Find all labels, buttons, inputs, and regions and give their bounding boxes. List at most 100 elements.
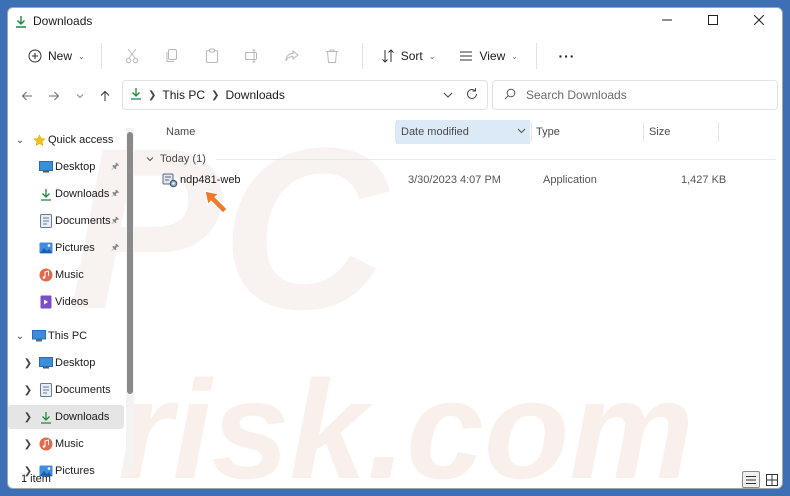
music-icon <box>39 437 53 451</box>
up-arrow-icon[interactable] <box>93 84 117 108</box>
divider <box>215 158 776 160</box>
downloads-icon <box>39 187 53 201</box>
star-icon <box>32 133 46 147</box>
chevron-right-icon[interactable]: ❯ <box>22 439 34 450</box>
sidebar-item-label: Pictures <box>55 242 95 254</box>
share-icon[interactable] <box>272 42 312 70</box>
pin-icon: 🖈 <box>111 161 120 171</box>
thumbnails-view-icon <box>766 473 778 486</box>
documents-icon <box>39 383 53 397</box>
chevron-right-icon[interactable]: ❯ <box>22 358 34 369</box>
column-divider[interactable] <box>531 122 532 142</box>
table-row[interactable]: ndp481-web 3/30/2023 4:07 PM Application… <box>140 170 780 192</box>
forward-arrow-icon[interactable] <box>42 84 66 108</box>
divider <box>100 43 102 69</box>
chevron-down-icon: ⌄ <box>428 51 436 61</box>
sidebar-item-label: Downloads <box>55 411 110 423</box>
file-date-modified: 3/30/2023 4:07 PM <box>408 174 501 186</box>
pin-icon: 🖈 <box>111 242 120 252</box>
sidebar-item-videos[interactable]: Videos <box>8 290 124 314</box>
sidebar-item-this-pc-downloads[interactable]: ❯ Downloads <box>8 405 124 429</box>
chevron-right-icon: ❯ <box>211 89 220 101</box>
breadcrumb-this-pc[interactable]: This PC <box>162 88 205 102</box>
downloads-icon <box>130 87 142 103</box>
chevron-down-icon <box>146 153 154 165</box>
list-view-icon <box>460 51 473 61</box>
search-box[interactable] <box>492 80 778 110</box>
chevron-right-icon[interactable]: ❯ <box>22 385 34 396</box>
column-date-modified[interactable]: Date modified <box>396 120 530 144</box>
sidebar-item-documents[interactable]: Documents 🖈 <box>8 209 124 233</box>
navigation-scrollbar[interactable] <box>126 128 134 470</box>
sidebar-item-this-pc-desktop[interactable]: ❯ Desktop <box>8 351 124 375</box>
sort-button[interactable]: Sort ⌄ <box>373 42 444 70</box>
divider <box>361 43 363 69</box>
thumbnails-view-button[interactable] <box>763 471 781 488</box>
navigation-pane: ⌄ Quick access Desktop 🖈 Downloads 🖈 Doc <box>8 126 136 477</box>
sidebar-item-pictures[interactable]: Pictures 🖈 <box>8 236 124 260</box>
status-bar: 1 item <box>8 470 782 488</box>
column-date-modified-label: Date modified <box>401 126 469 138</box>
breadcrumb-downloads[interactable]: Downloads <box>225 88 284 102</box>
cut-icon[interactable] <box>112 42 152 70</box>
details-view-button[interactable] <box>742 471 760 488</box>
refresh-icon[interactable] <box>465 87 479 104</box>
view-button[interactable]: View ⌄ <box>451 42 526 70</box>
computer-icon <box>32 329 46 343</box>
column-divider[interactable] <box>718 122 719 142</box>
column-divider[interactable] <box>643 122 644 142</box>
search-icon <box>504 88 516 103</box>
address-bar[interactable]: ❯ This PC ❯ Downloads <box>122 80 488 110</box>
sort-label: Sort <box>400 49 423 63</box>
file-name[interactable]: ndp481-web <box>180 174 241 186</box>
new-button[interactable]: New ⌄ <box>22 42 91 70</box>
recent-locations-chevron-icon[interactable] <box>68 84 92 108</box>
tree-item-quick-access[interactable]: ⌄ Quick access <box>8 128 124 152</box>
back-arrow-icon[interactable] <box>15 84 39 108</box>
column-type[interactable]: Type <box>536 120 560 144</box>
sort-icon <box>381 49 394 63</box>
more-options-icon[interactable]: ··· <box>547 42 587 70</box>
downloads-icon <box>14 14 28 28</box>
view-label: View <box>479 49 506 63</box>
sidebar-item-label: Documents <box>55 215 111 227</box>
chevron-right-icon: ❯ <box>148 89 157 101</box>
sidebar-item-label: Desktop <box>55 357 96 369</box>
desktop-icon <box>39 356 53 370</box>
column-name[interactable]: Name <box>166 120 195 144</box>
sidebar-item-desktop[interactable]: Desktop 🖈 <box>8 155 124 179</box>
sidebar-item-label: Documents <box>55 384 111 396</box>
tree-item-this-pc[interactable]: ⌄ This PC <box>8 324 124 348</box>
maximize-button[interactable] <box>690 8 736 32</box>
column-header-row: Name Date modified Type Size <box>140 120 780 146</box>
minimize-button[interactable] <box>644 8 690 32</box>
chevron-right-icon[interactable]: ❯ <box>22 412 34 423</box>
sidebar-item-downloads[interactable]: Downloads 🖈 <box>8 182 124 206</box>
copy-icon[interactable] <box>152 42 192 70</box>
column-size[interactable]: Size <box>649 120 670 144</box>
rename-icon[interactable] <box>232 42 272 70</box>
sidebar-item-label: Downloads <box>55 188 110 200</box>
command-bar: New ⌄ Sort ⌄ View ⌄ ··· <box>8 38 782 74</box>
pictures-icon <box>39 241 53 255</box>
sidebar-item-label: Music <box>55 438 84 450</box>
scrollbar-thumb[interactable] <box>127 132 133 394</box>
chevron-down-icon: ⌄ <box>78 51 85 61</box>
group-header-today[interactable]: Today (1) <box>146 150 776 168</box>
paste-icon[interactable] <box>192 42 232 70</box>
file-explorer-window: PC risk.com Downloads New ⌄ Sort ⌄ View … <box>7 7 783 489</box>
search-input[interactable] <box>526 88 756 102</box>
sidebar-item-this-pc-documents[interactable]: ❯ Documents <box>8 378 124 402</box>
close-button[interactable] <box>736 8 782 32</box>
chevron-down-icon[interactable]: ⌄ <box>14 331 26 342</box>
sidebar-item-label: Music <box>55 269 84 281</box>
sidebar-item-music[interactable]: Music <box>8 263 124 287</box>
delete-icon[interactable] <box>312 42 352 70</box>
new-label: New <box>48 49 73 63</box>
sidebar-item-label: Desktop <box>55 161 96 173</box>
chevron-down-icon[interactable]: ⌄ <box>14 135 26 146</box>
address-dropdown-icon[interactable] <box>443 88 453 102</box>
sidebar-item-this-pc-music[interactable]: ❯ Music <box>8 432 124 456</box>
file-list: Name Date modified Type Size Today (1) n… <box>140 112 780 472</box>
chevron-down-icon <box>517 125 526 137</box>
